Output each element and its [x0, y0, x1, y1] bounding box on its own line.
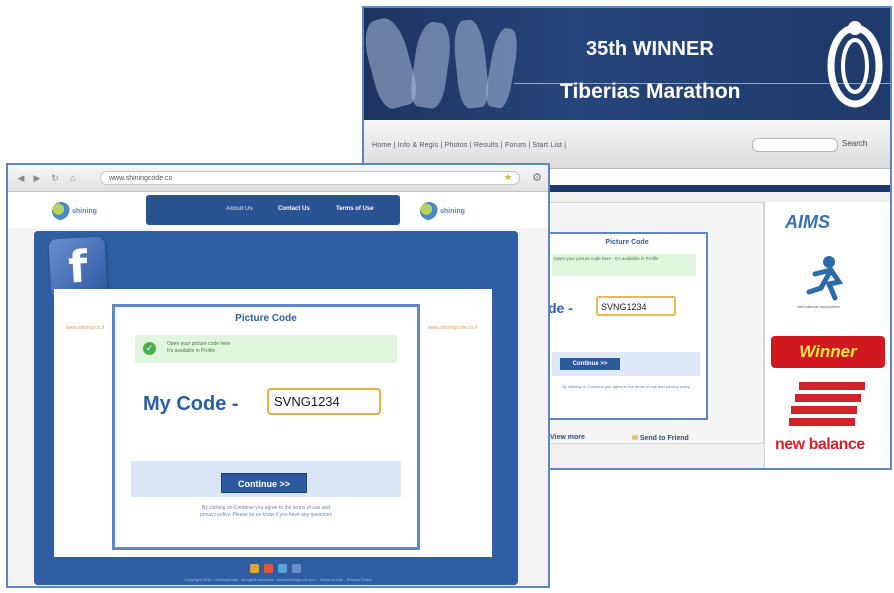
- check-icon: ✓: [143, 342, 156, 355]
- gear-icon[interactable]: ⚙: [532, 171, 542, 184]
- success-line-1: Open your picture code here: [167, 341, 231, 347]
- footer-line-1: By clicking on Continue you agree to the…: [201, 505, 331, 511]
- header-nav-bar: About Us Contact Us Terms of Use: [146, 195, 400, 225]
- winner-logo: Winner: [771, 336, 885, 368]
- new-balance-mark-icon: [789, 382, 865, 426]
- search-input[interactable]: [752, 138, 838, 152]
- nav-about[interactable]: About Us: [226, 206, 253, 212]
- continue-button[interactable]: Continue >>: [560, 358, 620, 370]
- marathon-emblem-icon: [827, 21, 883, 108]
- sponsor-sidebar: AIMS international association Winner ne…: [764, 202, 890, 468]
- reload-icon[interactable]: ↻: [50, 173, 60, 183]
- runner-silhouette: [408, 20, 454, 110]
- logo-swirl-icon: [420, 202, 438, 220]
- site-logo-right[interactable]: shining: [420, 200, 482, 222]
- continue-button[interactable]: Continue >>: [221, 473, 307, 493]
- modal-title: Picture Code: [605, 239, 649, 246]
- success-line-2: It's available in Profile: [167, 348, 216, 354]
- success-text: Open your picture code here It's availab…: [167, 341, 230, 355]
- browser-toolbar: ◀ ▶ ↻ ⌂ www.shiningcode.co ★ ⚙: [8, 165, 548, 192]
- nav-terms[interactable]: Terms of Use: [336, 206, 374, 212]
- logo-text: shining: [440, 208, 465, 215]
- search-button[interactable]: Search: [842, 139, 867, 148]
- code-label: de -: [548, 300, 573, 316]
- site-logo[interactable]: shining: [52, 200, 114, 222]
- code-input[interactable]: SVNG1234: [596, 296, 676, 316]
- code-label: My Code -: [143, 393, 239, 415]
- send-to-friend-link[interactable]: ✉ Send to Friend: [632, 434, 689, 442]
- logo-text: shining: [72, 208, 97, 215]
- send-to-friend-label: Send to Friend: [639, 435, 689, 442]
- home-icon[interactable]: ⌂: [68, 173, 78, 183]
- modal-title: Picture Code: [235, 313, 297, 324]
- success-message: Open your picture code here - It's avail…: [552, 254, 696, 276]
- share-icon[interactable]: [264, 564, 273, 573]
- modal-footer: By clicking on Continue you agree to the…: [562, 384, 690, 389]
- nav-contact[interactable]: Contact Us: [278, 206, 310, 212]
- new-balance-logo: new balance: [775, 436, 865, 453]
- logo-swirl-icon: [52, 202, 70, 220]
- runner-silhouette: [483, 26, 521, 110]
- mail-icon: ✉: [632, 435, 640, 442]
- picture-code-modal: Picture Code Open your picture code here…: [546, 232, 708, 420]
- twitter-icon[interactable]: [278, 564, 287, 573]
- side-link-left[interactable]: www.shining.co.il: [66, 325, 104, 331]
- sponsor-caption: international association: [797, 304, 840, 309]
- picture-code-browser-window: ◀ ▶ ↻ ⌂ www.shiningcode.co ★ ⚙ shining s…: [6, 163, 550, 588]
- forward-icon[interactable]: ▶: [32, 173, 42, 183]
- site-navbar: Home | Info & Regis | Photos | Results |…: [364, 120, 890, 169]
- back-icon[interactable]: ◀: [16, 173, 26, 183]
- view-more-link[interactable]: View more: [550, 434, 585, 441]
- nav-links[interactable]: Home | Info & Regis | Photos | Results |…: [372, 142, 566, 149]
- modal-footer: By clicking on Continue you agree to the…: [135, 505, 397, 519]
- side-link-right[interactable]: www.shiningcode.co.il: [428, 325, 477, 331]
- runner-silhouette: [451, 18, 491, 110]
- address-bar[interactable]: www.shiningcode.co: [100, 171, 520, 185]
- marathon-banner: 35th WINNER Tiberias Marathon: [364, 8, 890, 120]
- star-icon[interactable]: ★: [504, 172, 512, 183]
- success-message: ✓ Open your picture code here It's avail…: [135, 335, 397, 363]
- aims-logo: AIMS: [785, 212, 830, 232]
- picture-code-modal: Picture Code ✓ Open your picture code he…: [112, 304, 420, 550]
- rss-icon[interactable]: [250, 564, 259, 573]
- code-input[interactable]: SVNG1234: [267, 388, 381, 415]
- footer-line-2[interactable]: privacy policy. Please let us know if yo…: [135, 512, 397, 519]
- page-footer: Copyright 2012 - ShiningCode - All right…: [184, 577, 372, 582]
- runner-logo-icon: [806, 256, 844, 301]
- email-icon[interactable]: [292, 564, 301, 573]
